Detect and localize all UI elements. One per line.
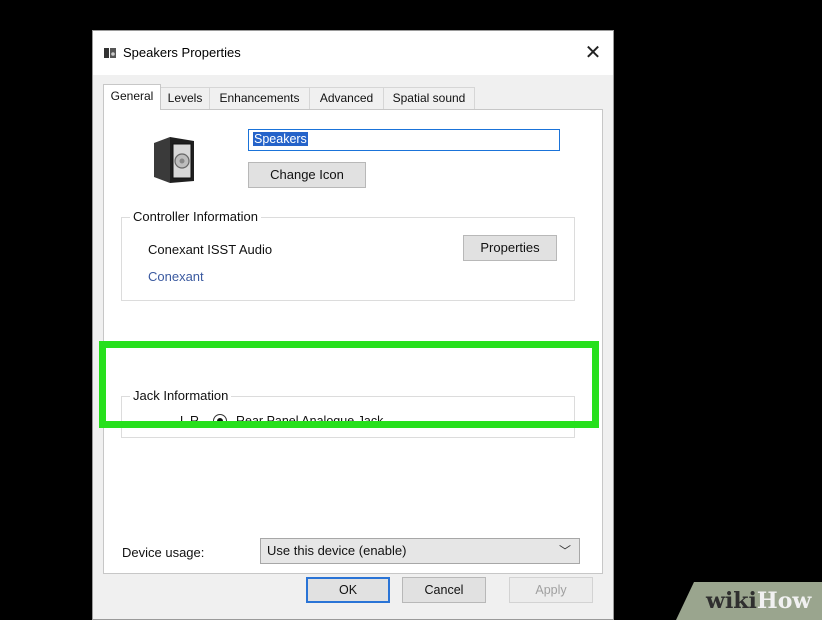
cancel-button[interactable]: Cancel	[402, 577, 486, 603]
watermark-wiki: wiki	[706, 588, 757, 614]
close-button[interactable]: ✕	[577, 37, 609, 69]
controller-properties-button[interactable]: Properties	[463, 235, 557, 261]
speakers-properties-dialog: Speakers Properties ✕ General Levels Enh…	[92, 30, 614, 620]
jack-group-legend: Jack Information	[130, 388, 232, 403]
apply-button: Apply	[509, 577, 593, 603]
jack-name: Rear Panel Analogue Jack	[236, 414, 384, 428]
device-name-value: Speakers	[253, 132, 308, 146]
jack-radio-button[interactable]	[213, 414, 227, 428]
jack-channels: L R	[180, 414, 199, 428]
chevron-down-icon: ﹀	[558, 544, 571, 558]
device-usage-label: Device usage:	[122, 545, 205, 560]
radio-selected-dot	[217, 418, 223, 424]
controller-information-group: Controller Information Conexant ISST Aud…	[121, 209, 575, 301]
ok-button[interactable]: OK	[306, 577, 390, 603]
watermark-how: How	[756, 588, 812, 614]
tab-levels[interactable]: Levels	[160, 87, 210, 109]
close-icon: ✕	[584, 42, 602, 64]
speaker-icon	[154, 137, 194, 183]
wikihow-watermark: wikiHow	[676, 582, 822, 620]
device-name-input[interactable]: Speakers	[248, 129, 560, 151]
device-usage-value: Use this device (enable)	[267, 543, 407, 558]
tab-general[interactable]: General	[103, 84, 161, 110]
vendor-link[interactable]: Conexant	[148, 269, 204, 284]
device-usage-select[interactable]: Use this device (enable) ﹀	[260, 538, 580, 564]
title-bar[interactable]: Speakers Properties ✕	[93, 31, 613, 75]
change-icon-button[interactable]: Change Icon	[248, 162, 366, 188]
tab-spatial-sound[interactable]: Spatial sound	[383, 87, 475, 109]
controller-group-legend: Controller Information	[130, 209, 261, 224]
controller-name: Conexant ISST Audio	[148, 242, 273, 257]
jack-information-group: Jack Information L R Rear Panel Analogue…	[121, 388, 575, 438]
general-tab-panel: Speakers Change Icon Controller Informat…	[103, 109, 603, 574]
tab-enhancements[interactable]: Enhancements	[209, 87, 310, 109]
speaker-small-icon	[104, 48, 116, 58]
tab-advanced[interactable]: Advanced	[309, 87, 384, 109]
window-title: Speakers Properties	[123, 45, 241, 60]
